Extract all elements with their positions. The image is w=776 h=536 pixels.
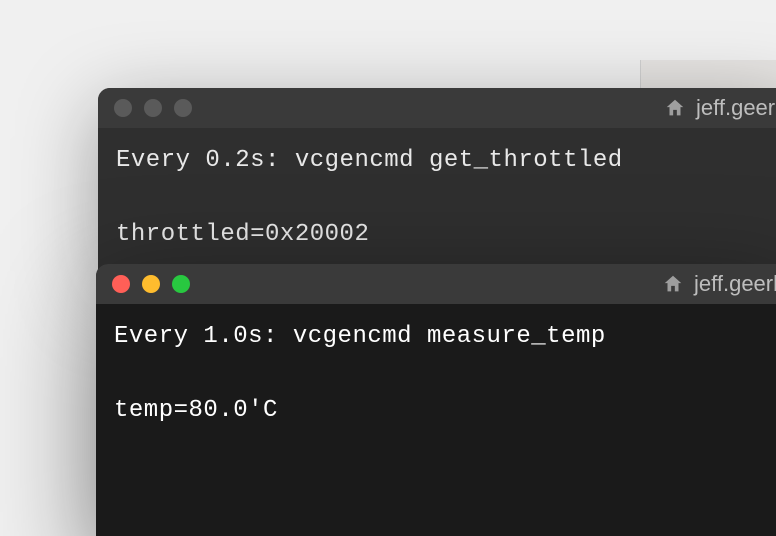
traffic-lights — [112, 275, 190, 293]
minimize-icon[interactable] — [144, 99, 162, 117]
watch-header-line: Every 1.0s: vcgencmd measure_temp — [114, 323, 606, 350]
titlebar[interactable]: jeff.geerl — [98, 88, 776, 128]
home-icon — [662, 273, 684, 295]
minimize-icon[interactable] — [142, 275, 160, 293]
watch-header-line: Every 0.2s: vcgencmd get_throttled — [116, 147, 623, 174]
titlebar[interactable]: jeff.geerl — [96, 264, 776, 304]
terminal-output[interactable]: Every 1.0s: vcgencmd measure_temp temp=8… — [96, 304, 776, 448]
close-icon[interactable] — [112, 275, 130, 293]
zoom-icon[interactable] — [174, 99, 192, 117]
zoom-icon[interactable] — [172, 275, 190, 293]
traffic-lights — [114, 99, 192, 117]
throttled-output-line: throttled=0x20002 — [116, 221, 369, 248]
terminal-window-throttled[interactable]: jeff.geerl Every 0.2s: vcgencmd get_thro… — [98, 88, 776, 278]
home-icon — [664, 97, 686, 119]
close-icon[interactable] — [114, 99, 132, 117]
window-title: jeff.geerl — [696, 95, 776, 121]
terminal-window-temperature[interactable]: jeff.geerl Every 1.0s: vcgencmd measure_… — [96, 264, 776, 536]
window-title: jeff.geerl — [694, 271, 776, 297]
temperature-output-line: temp=80.0'C — [114, 397, 278, 424]
terminal-output[interactable]: Every 0.2s: vcgencmd get_throttled throt… — [98, 128, 776, 272]
